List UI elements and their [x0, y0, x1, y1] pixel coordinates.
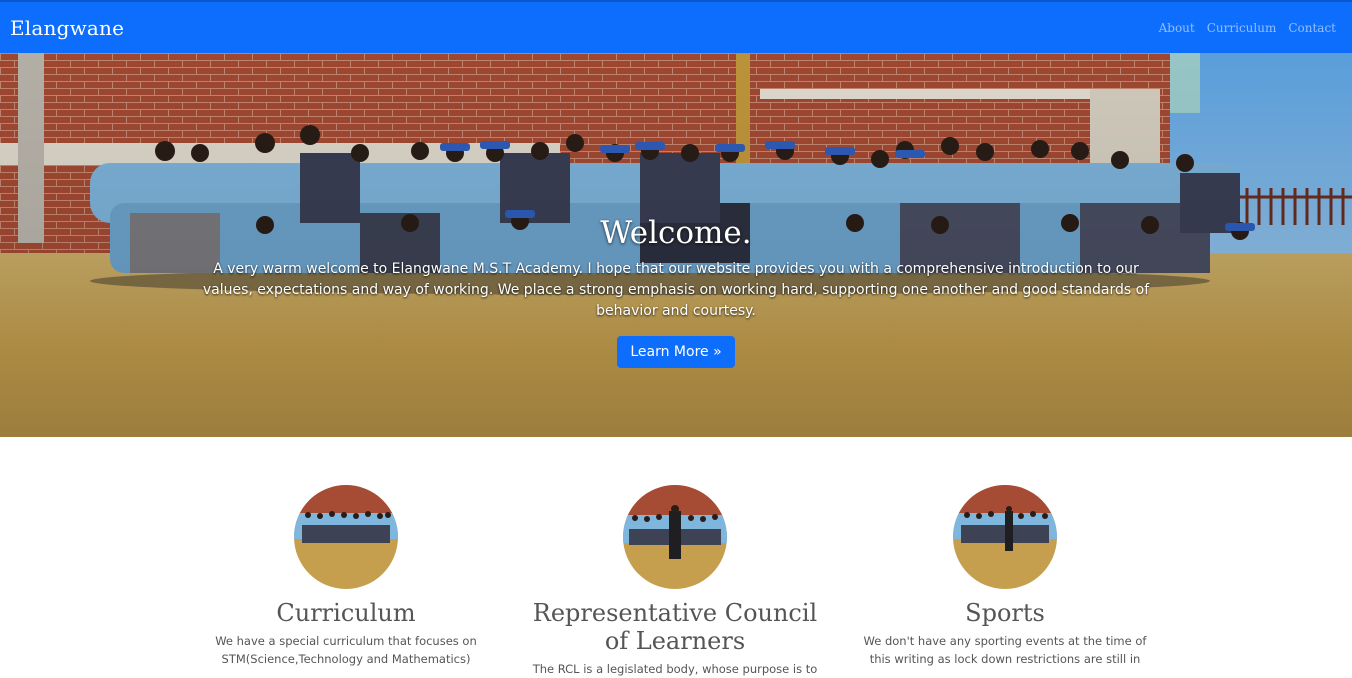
curriculum-photo	[294, 485, 398, 589]
hero-content: Welcome. A very warm welcome to Elangwan…	[0, 53, 1352, 437]
sports-photo	[953, 485, 1057, 589]
top-navbar: Elangwane About Curriculum Contact	[0, 0, 1352, 53]
learn-more-button[interactable]: Learn More »	[617, 336, 735, 368]
card-curriculum: Curriculum We have a special curriculum …	[196, 485, 496, 668]
card-title-curriculum: Curriculum	[276, 599, 416, 627]
nav-link-curriculum[interactable]: Curriculum	[1207, 21, 1277, 35]
card-sports: Sports We don't have any sporting events…	[855, 485, 1155, 668]
hero-title: Welcome.	[600, 215, 752, 251]
card-text-rcl: The RCL is a legislated body, whose purp…	[532, 662, 818, 676]
hero-section: Welcome. A very warm welcome to Elangwan…	[0, 53, 1352, 437]
brand-logo-link[interactable]: Elangwane	[10, 16, 124, 40]
feature-cards: Curriculum We have a special curriculum …	[0, 437, 1352, 676]
card-text-sports: We don't have any sporting events at the…	[863, 634, 1147, 666]
card-text-curriculum: We have a special curriculum that focuse…	[215, 634, 477, 666]
rcl-photo	[623, 485, 727, 589]
nav-links: About Curriculum Contact	[1159, 21, 1336, 35]
card-rcl: Representative Council of Learners The R…	[522, 485, 828, 678]
card-title-rcl: Representative Council of Learners	[532, 599, 818, 655]
hero-intro-text: A very warm welcome to Elangwane M.S.T A…	[202, 261, 1150, 319]
card-title-sports: Sports	[965, 599, 1045, 627]
nav-link-contact[interactable]: Contact	[1288, 21, 1336, 35]
nav-link-about[interactable]: About	[1159, 21, 1195, 35]
